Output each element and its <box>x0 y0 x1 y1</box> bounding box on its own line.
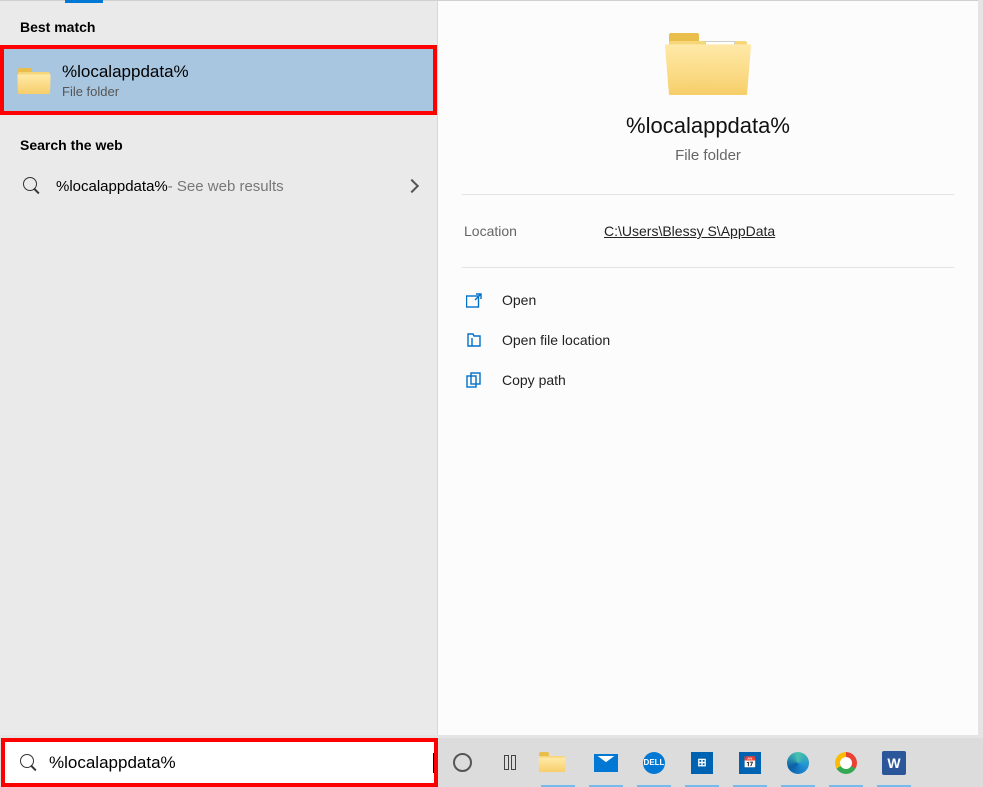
mail-button[interactable] <box>582 738 630 787</box>
best-match-heading: Best match <box>0 1 437 45</box>
cortana-icon <box>453 753 472 772</box>
chevron-right-icon <box>405 179 419 193</box>
store-button[interactable]: ⊞ <box>678 738 726 787</box>
folder-icon <box>669 29 747 95</box>
open-icon <box>464 293 484 308</box>
task-view-icon <box>504 755 516 770</box>
search-icon <box>19 753 39 773</box>
web-result-row[interactable]: %localappdata% - See web results <box>0 161 437 211</box>
chrome-icon <box>835 752 857 774</box>
result-subtitle: File folder <box>62 84 189 99</box>
dell-button[interactable]: DELL <box>630 738 678 787</box>
preview-subtitle: File folder <box>675 147 741 164</box>
preview-header: %localappdata% File folder <box>438 1 978 194</box>
taskbar: DELL ⊞ 📅 W <box>0 738 983 787</box>
result-title: %localappdata% <box>62 62 189 82</box>
taskbar-icons: DELL ⊞ 📅 W <box>438 738 918 787</box>
search-box[interactable] <box>1 738 438 787</box>
open-file-location-action[interactable]: Open file location <box>454 320 962 360</box>
calendar-icon: 📅 <box>739 752 761 774</box>
search-panel: Best match %localappdata% File folder Se… <box>0 0 978 735</box>
action-label: Open file location <box>502 332 610 348</box>
filter-indicator <box>65 0 103 3</box>
action-label: Copy path <box>502 372 566 388</box>
word-icon: W <box>882 751 906 775</box>
edge-icon <box>787 752 809 774</box>
cortana-button[interactable] <box>438 738 486 787</box>
calendar-button[interactable]: 📅 <box>726 738 774 787</box>
results-pane: Best match %localappdata% File folder Se… <box>0 1 438 735</box>
dell-icon: DELL <box>643 752 665 774</box>
file-explorer-button[interactable] <box>534 738 582 787</box>
word-button[interactable]: W <box>870 738 918 787</box>
location-label: Location <box>464 223 604 239</box>
search-icon <box>22 176 42 196</box>
best-match-result[interactable]: %localappdata% File folder <box>0 45 437 115</box>
copy-icon <box>464 372 484 388</box>
text-cursor <box>433 753 434 773</box>
search-input[interactable] <box>49 753 431 773</box>
folder-icon <box>18 66 50 94</box>
folder-open-icon <box>464 332 484 348</box>
action-label: Open <box>502 292 536 308</box>
task-view-button[interactable] <box>486 738 534 787</box>
actions-list: Open Open file location Copy path <box>438 268 978 412</box>
location-row: Location C:\Users\Blessy S\AppData <box>438 195 978 267</box>
copy-path-action[interactable]: Copy path <box>454 360 962 400</box>
chrome-button[interactable] <box>822 738 870 787</box>
edge-button[interactable] <box>774 738 822 787</box>
search-web-heading: Search the web <box>0 115 437 161</box>
web-result-title: %localappdata% <box>56 178 168 195</box>
preview-pane: %localappdata% File folder Location C:\U… <box>438 1 978 735</box>
location-path[interactable]: C:\Users\Blessy S\AppData <box>604 223 775 239</box>
store-icon: ⊞ <box>691 752 713 774</box>
web-result-suffix: - See web results <box>168 178 284 195</box>
mail-icon <box>594 754 618 772</box>
file-explorer-icon <box>539 754 565 772</box>
open-action[interactable]: Open <box>454 280 962 320</box>
preview-title: %localappdata% <box>626 113 790 139</box>
